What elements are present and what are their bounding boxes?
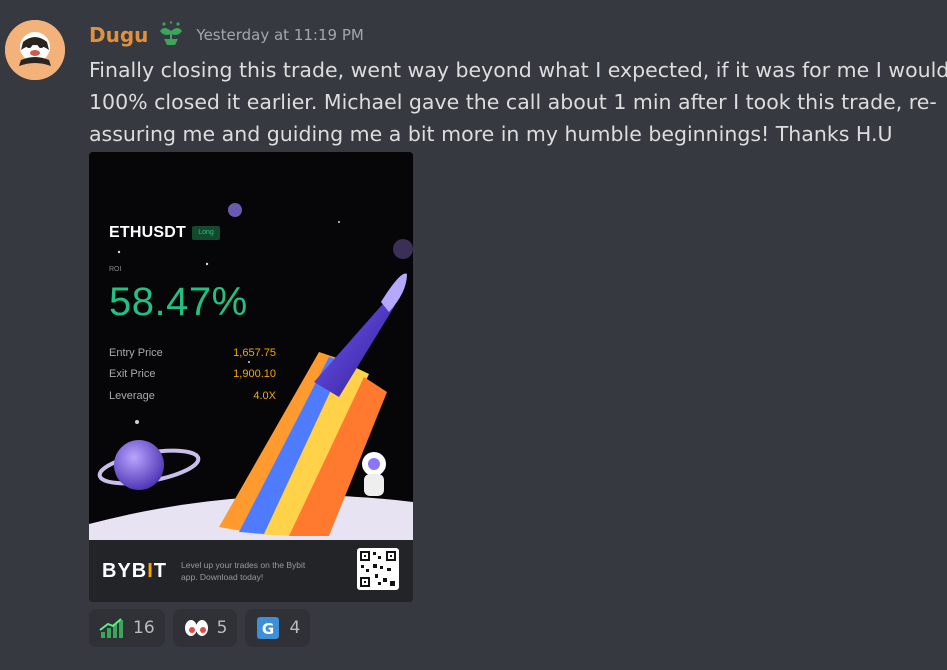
eyes-icon (183, 617, 209, 639)
image-attachment[interactable]: ETHUSDT Long ROI 58.47% Entry Price 1,65… (89, 152, 413, 602)
svg-text:G: G (262, 620, 274, 638)
reaction-count: 16 (133, 618, 155, 638)
avatar-image (5, 20, 65, 80)
roi-value: 58.47% (109, 280, 248, 324)
message-line: 100% closed it earlier. Michael gave the… (89, 90, 937, 114)
exit-price-value: 1,900.10 (233, 368, 276, 380)
entry-price-value: 1,657.75 (233, 347, 276, 359)
entry-price-label: Entry Price (109, 347, 163, 359)
card-footer: BYBIT Level up your trades on the Bybit … (89, 540, 413, 602)
reaction-count: 4 (289, 618, 301, 638)
reactions-bar: 16 5 G 4 (89, 609, 311, 647)
chart-increasing-icon (99, 617, 125, 639)
bybit-logo: BYBIT (102, 560, 167, 583)
bybit-logo-left: BYB (102, 560, 148, 582)
message-line: Finally closing this trade, went way bey… (89, 58, 947, 82)
leverage-label: Leverage (109, 390, 155, 402)
qr-code-icon (357, 548, 399, 590)
avatar[interactable] (5, 20, 65, 80)
roi-label: ROI (109, 266, 122, 273)
reaction-eyes[interactable]: 5 (172, 609, 238, 647)
leverage-value: 4.0X (253, 390, 276, 402)
trading-pair: ETHUSDT (109, 224, 186, 241)
exit-price-label: Exit Price (109, 368, 156, 380)
letter-g-icon: G (255, 617, 281, 639)
promo-line: Level up your trades on the Bybit (181, 560, 306, 570)
promo-line: app. Download today! (181, 572, 264, 582)
message-header: Dugu Yesterday at 11:19 PM (89, 21, 364, 49)
promo-text: Level up your trades on the Bybit app. D… (181, 559, 351, 583)
username[interactable]: Dugu (89, 23, 148, 47)
reaction-count: 5 (216, 618, 228, 638)
card-artwork (89, 152, 413, 540)
reaction-letter-g[interactable]: G 4 (245, 609, 311, 647)
reaction-chart-increasing[interactable]: 16 (89, 609, 165, 647)
bybit-logo-right: T (153, 560, 168, 582)
message-line: assuring me and guiding me a bit more in… (89, 122, 893, 146)
message-content: Finally closing this trade, went way bey… (89, 54, 947, 150)
sprout-role-icon[interactable] (156, 21, 186, 49)
side-badge: Long (192, 226, 220, 240)
timestamp[interactable]: Yesterday at 11:19 PM (196, 26, 363, 44)
